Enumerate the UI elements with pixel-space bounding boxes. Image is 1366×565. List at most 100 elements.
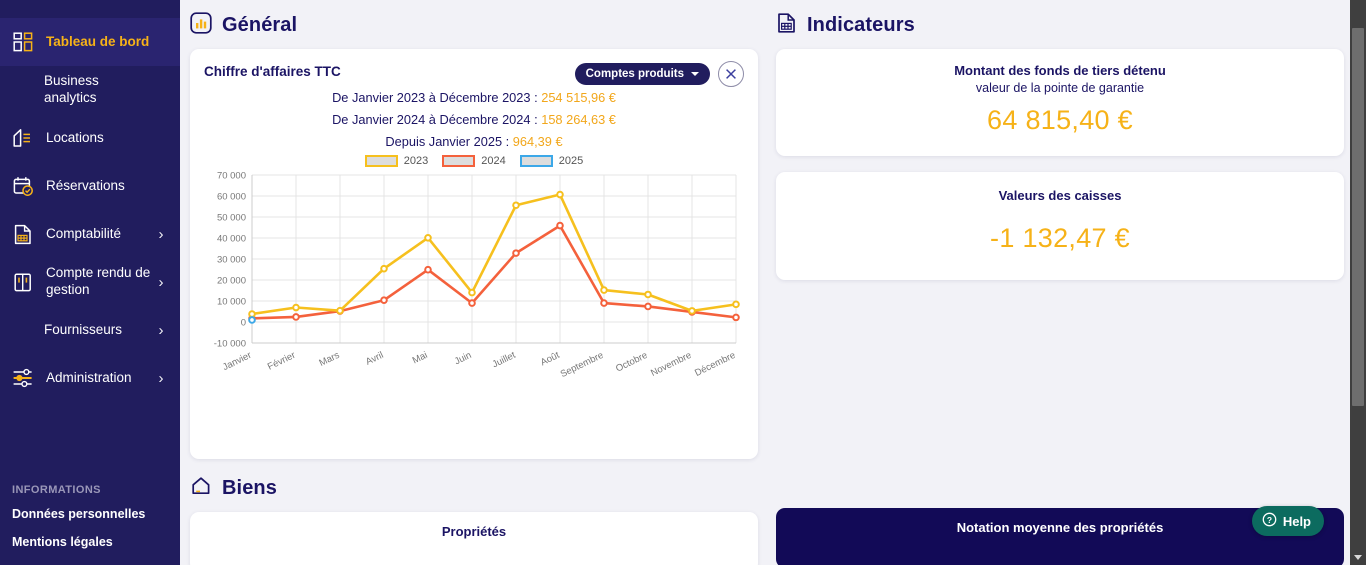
sidebar-item-administration[interactable]: Administration › [0, 354, 180, 402]
vertical-scrollbar[interactable] [1350, 0, 1366, 565]
chevron-right-icon: › [158, 321, 164, 339]
data-point-2023[interactable] [512, 201, 520, 210]
data-point-2023[interactable] [248, 310, 256, 318]
y-axis-tick-label: 20 000 [217, 276, 246, 287]
chart-title: Chiffre d'affaires TTC [204, 64, 341, 79]
chart-legend: 2023 2024 2025 [204, 155, 744, 167]
summary-label: De Janvier 2024 à Décembre 2024 : [332, 112, 542, 127]
data-point-2024[interactable] [292, 313, 300, 321]
close-circle-icon[interactable] [718, 61, 744, 87]
y-axis-tick-label: 10 000 [217, 297, 246, 308]
sidebar-link-donnees-personnelles[interactable]: Données personnelles [12, 507, 168, 521]
page-title-general: Général [222, 14, 298, 36]
sidebar-link-mentions-legales[interactable]: Mentions légales [12, 535, 168, 549]
series-line-2023 [250, 193, 738, 316]
svg-text:?: ? [1267, 515, 1272, 525]
y-axis-tick-label: -10 000 [214, 339, 246, 350]
page-title-indicateurs: Indicateurs [807, 14, 915, 36]
indicator-title-line1: Valeurs des caisses [998, 188, 1122, 203]
report-document-icon [776, 12, 797, 39]
sidebar-info-title: INFORMATIONS [12, 484, 101, 496]
sidebar-item-compte-rendu-de-gestion[interactable]: Compte rendu de gestion › [0, 258, 180, 306]
data-point-2024[interactable] [732, 313, 740, 322]
data-point-2023[interactable] [468, 288, 476, 297]
summary-amount: 964,39 € [512, 134, 563, 149]
sidebar-item-label: Administration [46, 369, 132, 385]
help-button[interactable]: ? Help [1251, 506, 1324, 536]
x-axis-tick-label: Avril [364, 350, 385, 368]
x-axis-tick-label: Juin [453, 350, 473, 368]
legend-item[interactable]: 2023 [364, 155, 428, 167]
data-point-2024[interactable] [600, 299, 608, 307]
indicateurs-column: Indicateurs Montant des fonds de tiers d… [776, 0, 1344, 296]
data-point-2023[interactable] [336, 306, 344, 315]
help-label: Help [1282, 513, 1311, 529]
indicator-title-line2: valeur de la pointe de garantie [975, 81, 1145, 95]
data-point-2024[interactable] [424, 265, 432, 274]
sidebar-item-comptabilit[interactable]: Comptabilité › [0, 210, 180, 258]
biens-left-column: Biens Propriétés [190, 463, 758, 565]
page-title-biens: Biens [222, 477, 277, 499]
data-point-2024[interactable] [380, 296, 388, 304]
chevron-right-icon: › [158, 225, 164, 243]
sidebar-item-label: Tableau de bord [46, 33, 150, 49]
sidebar-item-tableau-de-bord[interactable]: Tableau de bord [0, 18, 180, 66]
sidebar-item-business-analytics[interactable]: Business analytics [0, 66, 180, 114]
summary-label: Depuis Janvier 2025 : [385, 134, 513, 149]
x-axis-tick-label: Juillet [491, 350, 518, 371]
sidebar-item-locations[interactable]: Locations [0, 114, 180, 162]
legend-swatch [364, 155, 398, 167]
data-point-2023[interactable] [556, 190, 564, 199]
revenue-line-chart[interactable]: -10 000 0 10 000 20 000 30 000 40 000 50 000 60… [204, 169, 744, 399]
data-point-2025[interactable] [248, 316, 256, 324]
chart-header-actions: Comptes produits [574, 61, 744, 87]
biens-section-header: Biens [190, 463, 758, 512]
notation-card-title: Notation moyenne des propriétés [956, 520, 1164, 535]
sidebar-item-label: Comptabilité [46, 225, 122, 241]
house-outline-icon [190, 475, 212, 502]
scroll-down-arrow-icon[interactable] [1350, 549, 1366, 565]
data-point-2023[interactable] [732, 300, 740, 309]
data-point-2023[interactable] [688, 307, 696, 315]
sidebar-item-label: Business analytics [44, 73, 99, 105]
data-point-2024[interactable] [468, 299, 476, 307]
scrollbar-thumb[interactable] [1352, 28, 1364, 406]
data-point-2023[interactable] [600, 286, 608, 294]
indicator-card-fonds-tiers: Montant des fonds de tiers détenu valeur… [776, 49, 1344, 156]
indicateurs-section-header: Indicateurs [776, 0, 1344, 49]
sidebar-item-r-servations[interactable]: Réservations [0, 162, 180, 210]
sidebar-item-fournisseurs[interactable]: Fournisseurs › [0, 306, 180, 354]
legend-swatch [519, 155, 553, 167]
legend-item[interactable]: 2024 [442, 155, 506, 167]
data-point-2023[interactable] [424, 233, 432, 242]
content-scroll-area: Général Chiffre d'affaires TTC Comptes p… [180, 0, 1366, 565]
revenue-summary-line: De Janvier 2024 à Décembre 2024 : 158 26… [204, 105, 744, 127]
sidebar-item-label: Fournisseurs [44, 321, 123, 337]
data-point-2024[interactable] [556, 221, 564, 230]
sliders-icon [10, 366, 36, 390]
sidebar-info-block: INFORMATIONS Données personnelles Mentio… [0, 484, 180, 553]
y-axis-tick-label: 50 000 [217, 213, 246, 224]
biens-columns: Biens Propriétés Notation moyenne des pr… [190, 463, 1344, 565]
data-point-2024[interactable] [644, 302, 652, 311]
data-point-2023[interactable] [292, 303, 300, 312]
chart-plot-wrapper: 2023 2024 2025 -10 000 0 10 000 20 000 30 000 4… [204, 155, 744, 404]
legend-label: 2025 [558, 155, 584, 167]
sidebar-nav: Tableau de bord Business analytics Locatio… [0, 18, 180, 402]
proprietes-card: Propriétés [190, 512, 758, 565]
data-point-2023[interactable] [644, 290, 652, 299]
chevron-right-icon: › [158, 273, 164, 291]
data-point-2024[interactable] [512, 249, 520, 257]
revenue-summary-line: Depuis Janvier 2025 : 964,39 € [204, 127, 744, 149]
comptes-produits-dropdown[interactable]: Comptes produits [574, 63, 710, 85]
data-point-2023[interactable] [380, 264, 388, 273]
legend-item[interactable]: 2025 [519, 155, 584, 167]
x-axis-tick-label: Novembre [649, 350, 693, 379]
indicator-title-line1: Montant des fonds de tiers détenu [954, 63, 1166, 78]
y-axis-tick-label: 60 000 [217, 192, 246, 203]
x-axis-tick-label: Janvier [221, 350, 253, 373]
main-content: Général Chiffre d'affaires TTC Comptes p… [180, 0, 1366, 565]
dropdown-label: Comptes produits [585, 68, 684, 80]
question-circle-icon: ? [1262, 512, 1277, 530]
book-icon [10, 270, 36, 294]
